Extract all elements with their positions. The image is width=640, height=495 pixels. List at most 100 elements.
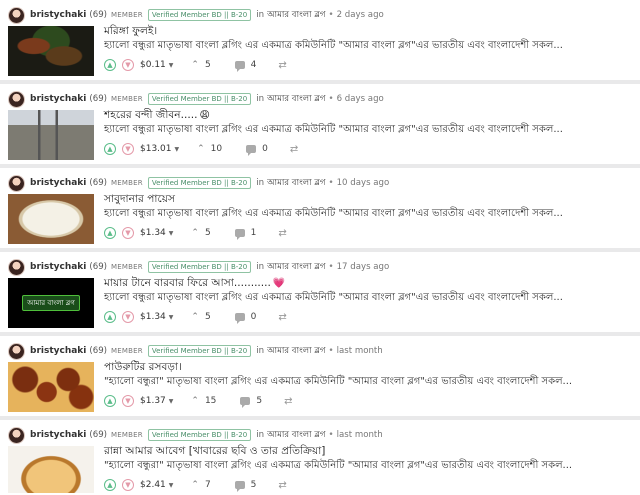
post-time[interactable]: 17 days ago — [337, 262, 390, 272]
author-link[interactable]: bristychaki — [30, 430, 86, 440]
comments-count[interactable]: 4 — [251, 60, 257, 70]
comment-icon[interactable] — [234, 229, 245, 240]
author-link[interactable]: bristychaki — [30, 94, 86, 104]
comments-count[interactable]: 5 — [256, 396, 262, 406]
votes-icon[interactable]: ⌃ — [191, 312, 199, 322]
post-time[interactable]: 6 days ago — [337, 94, 384, 104]
votes-count[interactable]: 5 — [205, 60, 211, 70]
reblog-icon[interactable]: ⇄ — [284, 396, 292, 407]
post-excerpt[interactable]: হ্যালো বন্ধুরা মাতৃভাষা বাংলা ব্লগিং এর … — [104, 206, 634, 223]
reputation: (69) — [89, 262, 108, 272]
comment-icon[interactable] — [234, 61, 245, 72]
downvote-icon[interactable]: ▼ — [122, 59, 134, 71]
post-time[interactable]: 10 days ago — [337, 178, 390, 188]
votes-count[interactable]: 5 — [205, 228, 211, 238]
post-thumbnail[interactable] — [8, 446, 94, 493]
avatar[interactable] — [8, 6, 25, 24]
chevron-down-icon[interactable]: ▼ — [169, 482, 174, 489]
post-card[interactable]: bristychaki (69) MEMBER Verified Member … — [0, 420, 640, 495]
comments-count[interactable]: 0 — [262, 144, 268, 154]
post-card[interactable]: bristychaki (69) MEMBER Verified Member … — [0, 336, 640, 416]
votes-icon[interactable]: ⌃ — [191, 480, 199, 490]
post-excerpt[interactable]: "হ্যালো বন্ধুরা" মাতৃভাষা বাংলা ব্লগিং এ… — [104, 374, 634, 391]
downvote-icon[interactable]: ▼ — [122, 143, 134, 155]
reblog-icon[interactable]: ⇄ — [278, 312, 286, 323]
author-link[interactable]: bristychaki — [30, 10, 86, 20]
comments-count[interactable]: 1 — [251, 228, 257, 238]
post-thumbnail[interactable] — [8, 362, 94, 412]
reblog-icon[interactable]: ⇄ — [278, 60, 286, 71]
downvote-icon[interactable]: ▼ — [122, 311, 134, 323]
comment-icon[interactable] — [234, 481, 245, 492]
avatar[interactable] — [8, 426, 25, 444]
avatar[interactable] — [8, 342, 25, 360]
author-link[interactable]: bristychaki — [30, 262, 86, 272]
upvote-icon[interactable]: ▲ — [104, 479, 116, 491]
downvote-icon[interactable]: ▼ — [122, 227, 134, 239]
votes-count[interactable]: 7 — [205, 480, 211, 490]
comments-count[interactable]: 0 — [251, 312, 257, 322]
post-thumbnail[interactable] — [8, 194, 94, 244]
upvote-icon[interactable]: ▲ — [104, 59, 116, 71]
chevron-down-icon[interactable]: ▼ — [169, 62, 174, 69]
post-excerpt[interactable]: হ্যালো বন্ধুরা মাতৃভাষা বাংলা ব্লগিং এর … — [104, 38, 634, 55]
chevron-down-icon[interactable]: ▼ — [175, 146, 180, 153]
post-time[interactable]: last month — [337, 346, 383, 356]
post-excerpt[interactable]: হ্যালো বন্ধুরা মাতৃভাষা বাংলা ব্লগিং এর … — [104, 122, 634, 139]
payout-value[interactable]: $2.41 — [140, 480, 166, 490]
votes-count[interactable]: 5 — [205, 312, 211, 322]
post-card[interactable]: bristychaki (69) MEMBER Verified Member … — [0, 0, 640, 80]
community-link[interactable]: আমার বাংলা ব্লগ — [267, 344, 325, 358]
votes-icon[interactable]: ⌃ — [197, 144, 205, 154]
separator-dot: • — [328, 346, 334, 356]
separator-dot: • — [328, 178, 334, 188]
downvote-icon[interactable]: ▼ — [122, 479, 134, 491]
post-time[interactable]: 2 days ago — [337, 10, 384, 20]
votes-icon[interactable]: ⌃ — [191, 396, 199, 406]
avatar[interactable] — [8, 90, 25, 108]
author-link[interactable]: bristychaki — [30, 178, 86, 188]
post-excerpt[interactable]: হ্যালো বন্ধুরা মাতৃভাষা বাংলা ব্লগিং এর … — [104, 290, 634, 307]
chevron-down-icon[interactable]: ▼ — [169, 230, 174, 237]
community-link[interactable]: আমার বাংলা ব্লগ — [267, 260, 325, 274]
upvote-icon[interactable]: ▲ — [104, 311, 116, 323]
reblog-icon[interactable]: ⇄ — [278, 480, 286, 491]
comments-count[interactable]: 5 — [251, 480, 257, 490]
verified-badge: Verified Member BD || B-20 — [147, 9, 252, 21]
payout-value[interactable]: $1.34 — [140, 228, 166, 238]
post-card[interactable]: bristychaki (69) MEMBER Verified Member … — [0, 252, 640, 332]
reblog-icon[interactable]: ⇄ — [290, 144, 298, 155]
downvote-icon[interactable]: ▼ — [122, 395, 134, 407]
votes-icon[interactable]: ⌃ — [191, 228, 199, 238]
reblog-icon[interactable]: ⇄ — [278, 228, 286, 239]
author-link[interactable]: bristychaki — [30, 346, 86, 356]
community-link[interactable]: আমার বাংলা ব্লগ — [267, 8, 325, 22]
upvote-icon[interactable]: ▲ — [104, 395, 116, 407]
community-link[interactable]: আমার বাংলা ব্লগ — [267, 428, 325, 442]
comment-icon[interactable] — [240, 397, 251, 408]
payout-value[interactable]: $1.37 — [140, 396, 166, 406]
post-thumbnail[interactable]: আমার বাংলা ব্লগ — [8, 278, 94, 328]
votes-icon[interactable]: ⌃ — [191, 60, 199, 70]
chevron-down-icon[interactable]: ▼ — [169, 398, 174, 405]
votes-count[interactable]: 15 — [205, 396, 216, 406]
upvote-icon[interactable]: ▲ — [104, 227, 116, 239]
payout-value[interactable]: $1.34 — [140, 312, 166, 322]
post-excerpt[interactable]: "হ্যালো বন্ধুরা" মাতৃভাষা বাংলা ব্লগিং এ… — [104, 458, 634, 475]
post-thumbnail[interactable] — [8, 26, 94, 76]
comment-icon[interactable] — [246, 145, 257, 156]
post-time[interactable]: last month — [337, 430, 383, 440]
post-card[interactable]: bristychaki (69) MEMBER Verified Member … — [0, 84, 640, 164]
upvote-icon[interactable]: ▲ — [104, 143, 116, 155]
avatar[interactable] — [8, 174, 25, 192]
community-link[interactable]: আমার বাংলা ব্লগ — [267, 176, 325, 190]
payout-value[interactable]: $0.11 — [140, 60, 166, 70]
community-link[interactable]: আমার বাংলা ব্লগ — [267, 92, 325, 106]
payout-value[interactable]: $13.01 — [140, 144, 172, 154]
votes-count[interactable]: 10 — [211, 144, 222, 154]
chevron-down-icon[interactable]: ▼ — [169, 314, 174, 321]
post-card[interactable]: bristychaki (69) MEMBER Verified Member … — [0, 168, 640, 248]
avatar[interactable] — [8, 258, 25, 276]
post-thumbnail[interactable] — [8, 110, 94, 160]
comment-icon[interactable] — [234, 313, 245, 324]
